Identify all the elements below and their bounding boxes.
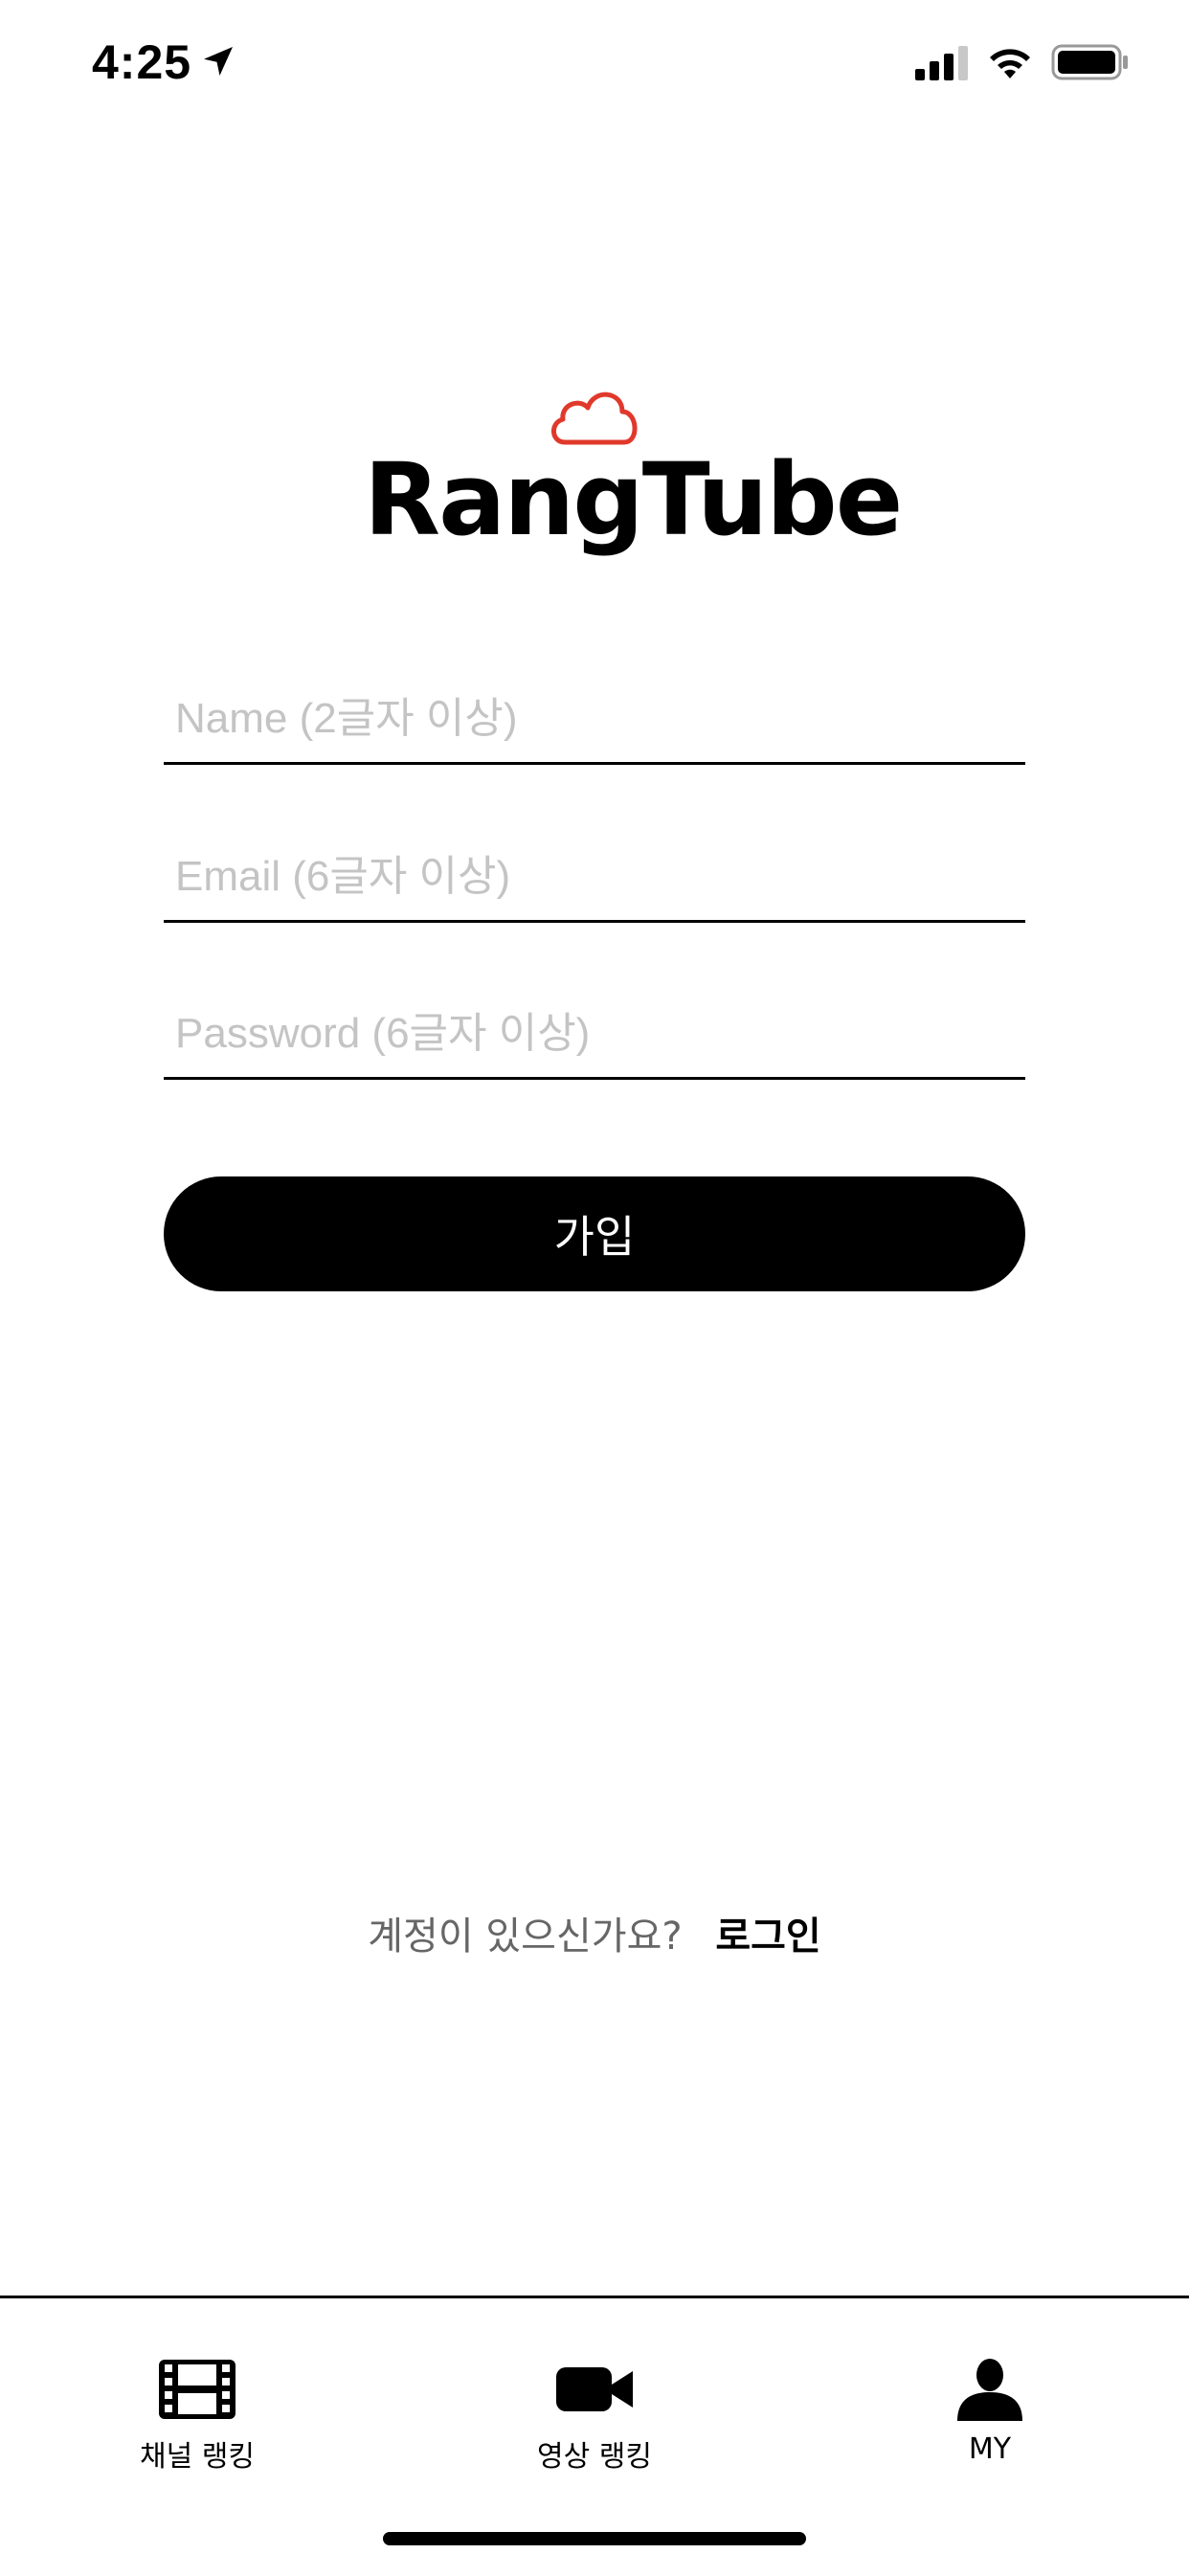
password-field <box>164 972 1025 1080</box>
tab-label: MY <box>968 2432 1012 2466</box>
tab-label: 채널 랭킹 <box>140 2440 255 2474</box>
status-bar: 4:25 <box>0 0 1189 126</box>
login-prompt: 계정이 있으신가요? 로그인 <box>0 1905 1189 1960</box>
battery-icon <box>1051 44 1128 80</box>
home-indicator <box>383 2532 806 2545</box>
password-input[interactable] <box>175 1010 1018 1058</box>
name-field <box>164 657 1025 765</box>
login-question: 계정이 있으신가요? <box>368 1915 683 1959</box>
logo-text: RangTube <box>364 441 903 558</box>
tab-label: 영상 랭킹 <box>537 2440 652 2474</box>
status-time: 4:25 <box>92 35 192 89</box>
app-logo: RangTube <box>364 383 903 574</box>
cloud-icon <box>551 392 638 445</box>
email-field <box>164 815 1025 923</box>
email-input[interactable] <box>175 853 1018 901</box>
login-link[interactable]: 로그인 <box>715 1915 820 1959</box>
person-icon <box>957 2359 1022 2421</box>
location-arrow-icon <box>204 47 233 76</box>
tab-video-ranking[interactable]: 영상 랭킹 <box>480 2358 709 2475</box>
signup-button[interactable]: 가입 <box>164 1176 1025 1291</box>
film-strip-icon <box>159 2360 236 2419</box>
video-camera-icon <box>556 2367 633 2411</box>
tab-channel-ranking[interactable]: 채널 랭킹 <box>82 2358 312 2475</box>
wifi-icon <box>990 49 1030 78</box>
cellular-signal-icon <box>915 46 968 80</box>
tab-my[interactable]: MY <box>875 2358 1105 2466</box>
name-input[interactable] <box>175 695 1018 743</box>
